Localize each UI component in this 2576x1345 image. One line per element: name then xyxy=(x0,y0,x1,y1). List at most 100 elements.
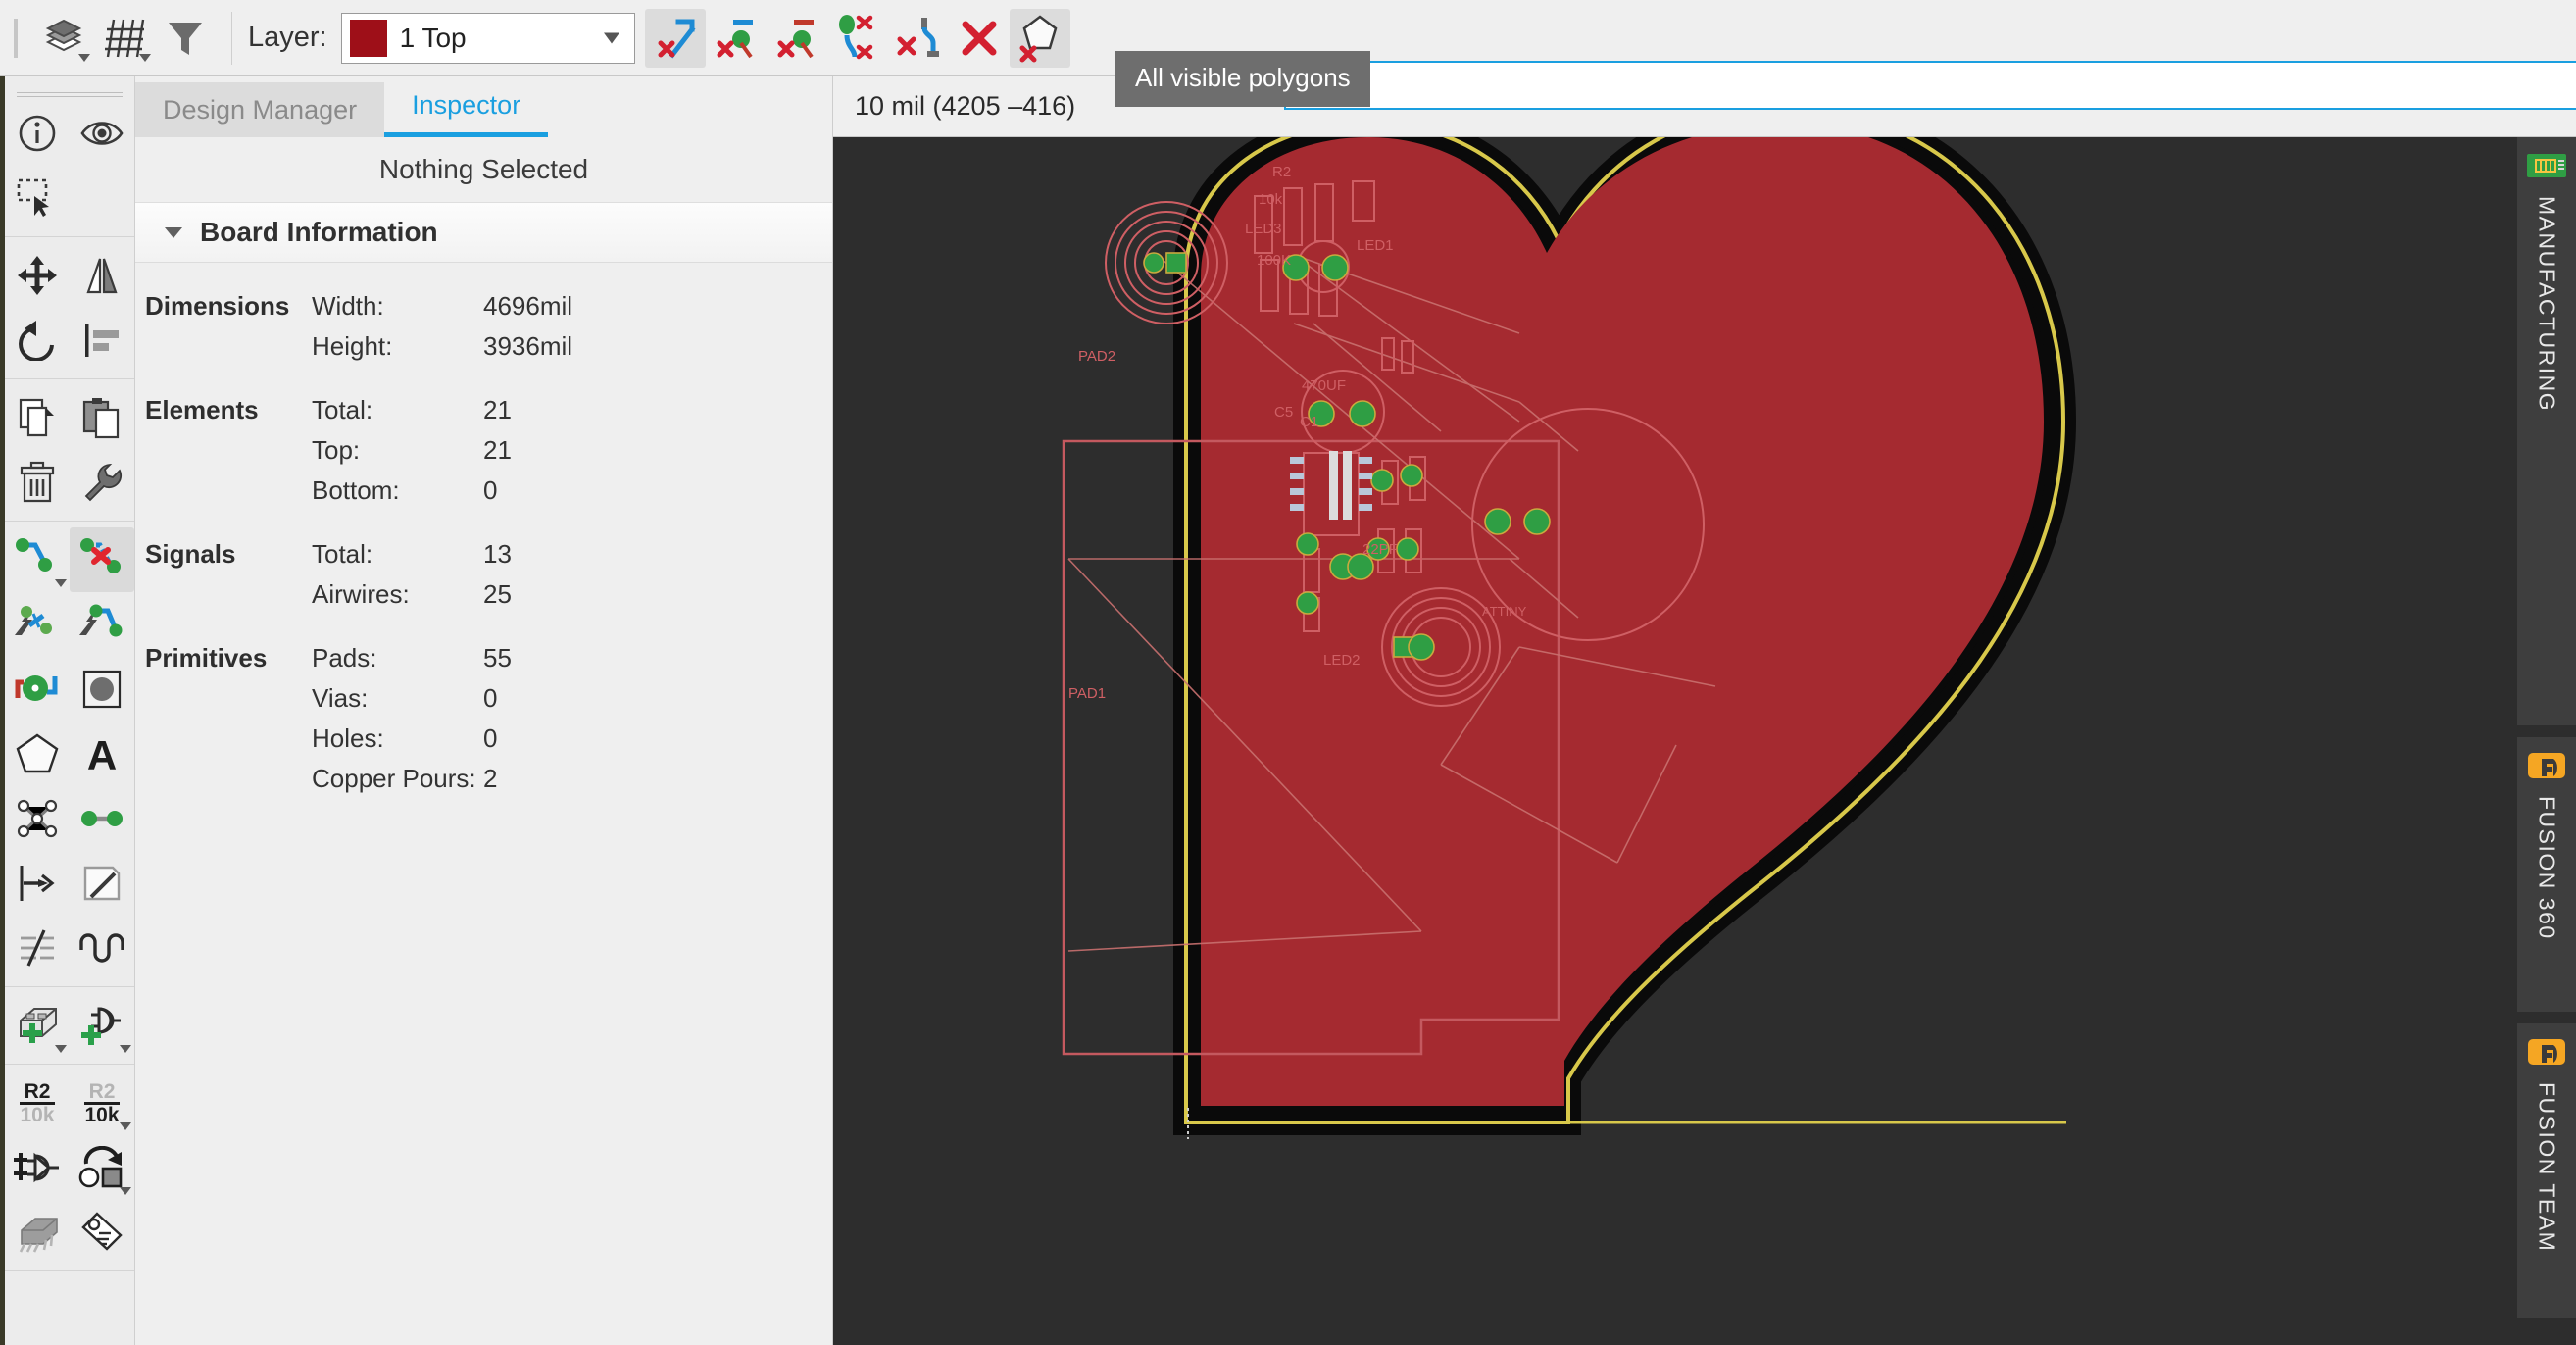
delete-trash-icon[interactable] xyxy=(5,450,70,515)
polygon-icon[interactable] xyxy=(5,722,70,786)
dock-tab-label: FUSION 360 xyxy=(2534,796,2560,940)
autoroute-icon[interactable] xyxy=(5,592,70,657)
rail-group-transform xyxy=(5,237,134,379)
coordinate-readout: 10 mil (4205 –416) xyxy=(855,91,1076,121)
info-value: 2 xyxy=(483,764,498,793)
chevron-down-icon[interactable] xyxy=(165,226,182,238)
marquee-select-icon[interactable] xyxy=(5,166,70,230)
copy-icon[interactable] xyxy=(5,385,70,450)
chevron-down-icon[interactable] xyxy=(55,579,67,587)
info-value: 21 xyxy=(483,435,512,465)
visibility-eye-icon[interactable] xyxy=(70,101,134,166)
info-category: Signals xyxy=(145,539,236,569)
name-icon[interactable]: R2 10k xyxy=(5,1071,70,1135)
toolbar-separator xyxy=(231,11,232,65)
info-value: 21 xyxy=(483,395,512,424)
paste-icon[interactable] xyxy=(70,385,134,450)
delete-all-icon[interactable] xyxy=(949,9,1010,68)
info-value: 25 xyxy=(483,579,512,609)
page-title: Board Information xyxy=(200,217,438,247)
label-r2: R2 xyxy=(1272,164,1291,180)
package-icon[interactable] xyxy=(5,1200,70,1265)
table-row: Holes: 0 xyxy=(312,719,832,759)
delete-route-icon[interactable] xyxy=(888,9,949,68)
via-icon[interactable] xyxy=(5,657,70,722)
info-icon[interactable] xyxy=(5,101,70,166)
label-22pf: 22PF xyxy=(1362,541,1398,558)
text-icon[interactable]: A xyxy=(70,722,134,786)
table-row: Bottom: 0 xyxy=(312,471,832,511)
info-category: Elements xyxy=(145,395,259,424)
layers-icon[interactable] xyxy=(33,9,94,68)
board-information-header[interactable]: Board Information xyxy=(135,202,832,263)
rail-group-add xyxy=(5,987,134,1065)
ripup-icon[interactable] xyxy=(70,527,134,592)
move-icon[interactable] xyxy=(5,243,70,308)
chevron-down-icon[interactable] xyxy=(55,1045,67,1053)
fusion-logo-icon xyxy=(2528,753,2565,778)
dock-tab-label: MANUFACTURING xyxy=(2534,196,2560,413)
chevron-down-icon[interactable] xyxy=(139,53,151,62)
chevron-down-icon[interactable] xyxy=(120,1122,131,1130)
info-key: Total: xyxy=(312,539,373,569)
table-row: Width: 4696mil xyxy=(312,286,832,326)
command-input[interactable] xyxy=(1284,61,2576,110)
delete-via-blue-icon[interactable] xyxy=(706,9,767,68)
route-icon[interactable] xyxy=(5,527,70,592)
mirror-icon[interactable] xyxy=(70,243,134,308)
info-key: Bottom: xyxy=(312,475,400,505)
label-c1: C1 xyxy=(1300,414,1318,430)
rail-drag-handle[interactable] xyxy=(17,92,123,97)
meander-icon[interactable] xyxy=(5,916,70,980)
pcb-board-drawing: R2 10k LED3 100K LED1 PAD2 470UF C5 C1 2… xyxy=(1062,137,2077,1139)
delete-via-red-icon[interactable] xyxy=(767,9,827,68)
label-pad1: PAD1 xyxy=(1068,685,1106,702)
info-key: Airwires: xyxy=(312,579,410,609)
grid-icon[interactable] xyxy=(94,9,155,68)
chevron-down-icon[interactable] xyxy=(120,1187,131,1195)
miter-icon[interactable] xyxy=(70,851,134,916)
replace-icon[interactable] xyxy=(70,1135,134,1200)
info-key: Height: xyxy=(312,331,393,361)
rotate-icon[interactable] xyxy=(5,308,70,373)
dimension-icon[interactable] xyxy=(5,851,70,916)
chevron-down-icon[interactable] xyxy=(78,53,90,62)
pad-smd-icon[interactable] xyxy=(70,657,134,722)
ratsnest-icon[interactable] xyxy=(70,592,134,657)
info-key: Width: xyxy=(312,291,384,321)
toolbar-grip[interactable] xyxy=(14,18,18,58)
value-icon[interactable]: R2 10k xyxy=(70,1071,134,1135)
chevron-down-icon[interactable] xyxy=(120,1045,131,1053)
change-wrench-icon[interactable] xyxy=(70,450,134,515)
dock-tab-manufacturing[interactable]: MANUFACTURING xyxy=(2517,137,2576,725)
name-icon-top: R2 xyxy=(20,1081,55,1105)
table-row: Total: 21 xyxy=(312,390,832,430)
info-key: Total: xyxy=(312,395,373,424)
delete-wire-icon[interactable] xyxy=(644,8,706,68)
dock-tab-fusion-team[interactable]: FUSION TEAM xyxy=(2517,1023,2576,1318)
pcb-canvas[interactable]: R2 10k LED3 100K LED1 PAD2 470UF C5 C1 2… xyxy=(833,137,2576,1345)
name-icon-bottom: 10k xyxy=(20,1103,55,1126)
add-symbol-icon[interactable] xyxy=(70,993,134,1058)
align-icon[interactable] xyxy=(70,308,134,373)
tab-inspector[interactable]: Inspector xyxy=(384,77,549,137)
filter-icon[interactable] xyxy=(155,9,216,68)
info-value: 55 xyxy=(483,643,512,672)
info-key: Pads: xyxy=(312,643,377,672)
layer-select-value: 1 Top xyxy=(399,22,467,53)
all-visible-polygons-icon[interactable] xyxy=(1009,8,1070,68)
rail-spacer xyxy=(70,166,134,230)
delete-polygon-icon[interactable] xyxy=(827,9,888,68)
add-part-icon[interactable] xyxy=(5,993,70,1058)
net-icon[interactable] xyxy=(5,786,70,851)
wire-segment-icon[interactable] xyxy=(70,786,134,851)
selection-status: Nothing Selected xyxy=(378,154,589,184)
dock-tab-fusion-360[interactable]: FUSION 360 xyxy=(2517,737,2576,1012)
tab-design-manager[interactable]: Design Manager xyxy=(135,82,385,137)
attribute-tag-icon[interactable] xyxy=(70,1200,134,1265)
chevron-down-icon[interactable] xyxy=(603,32,619,43)
gate-swap-icon[interactable] xyxy=(5,1135,70,1200)
label-led2: LED2 xyxy=(1323,652,1361,669)
signal-wave-icon[interactable] xyxy=(70,916,134,980)
layer-select[interactable]: 1 Top xyxy=(340,12,635,64)
